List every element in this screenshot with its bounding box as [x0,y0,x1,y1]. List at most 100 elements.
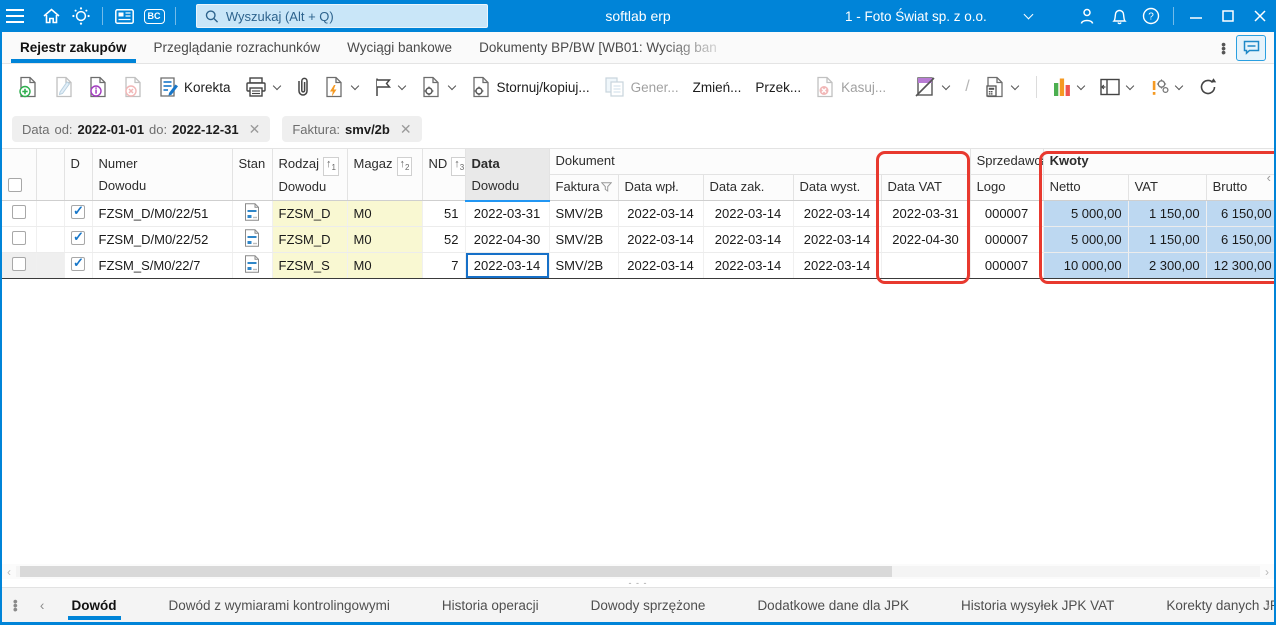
cell-data-dowodu[interactable]: 2022-03-31 [465,200,550,227]
refresh-button[interactable] [1192,73,1224,101]
cell-brutto[interactable]: 6 150,00 [1206,200,1274,227]
col-header-data-vat[interactable]: Data VAT [881,174,971,201]
cell-vat[interactable]: 2 300,00 [1128,252,1207,279]
cell-logo[interactable]: 000007 [970,252,1044,279]
stornuj-kopiuj-button[interactable]: Stornuj/kopiuj... [465,72,596,102]
tab-rejestr-zakupow[interactable]: Rejestr zakupów [11,32,136,63]
cell-data-wpl[interactable]: 2022-03-14 [618,200,704,227]
flag-button[interactable] [368,73,413,101]
col-header-vat[interactable]: VAT [1128,174,1207,201]
cell-magaz[interactable]: M0 [347,252,423,279]
maximize-button[interactable] [1212,0,1244,32]
col-header-faktura[interactable]: Faktura [549,174,619,201]
analysis-chart-button[interactable] [1047,73,1092,101]
cell-numer[interactable]: FZSM_D/M0/22/52 [92,226,233,253]
cell-netto[interactable]: 5 000,00 [1043,226,1129,253]
note-cancel-button[interactable] [908,72,957,102]
tab-dokumenty-bp-bw[interactable]: Dokumenty BP/BW [WB01: Wyciąg ban [470,32,733,63]
col-header-nd[interactable]: ND ↑3 [422,148,466,201]
horizontal-scrollbar[interactable]: ‹ › [2,564,1274,579]
group-header-dokument[interactable]: Dokument [549,148,971,175]
col-header-netto[interactable]: Netto [1043,174,1129,201]
home-icon[interactable] [36,0,66,32]
tab-przegladanie-rozrachunkow[interactable]: Przeglądanie rozrachunków [145,32,330,63]
calculate-document-button[interactable] [978,72,1026,102]
col-header-logo[interactable]: Logo [970,174,1044,201]
search-input[interactable] [225,8,479,24]
przeksieguj-button[interactable]: Przek... [749,76,807,99]
help-icon[interactable]: ? [1135,0,1167,32]
generuj-button[interactable]: Gener... [598,72,685,102]
cell-rodzaj[interactable]: FZSM_D [272,200,348,227]
global-search[interactable] [196,4,488,28]
bottom-tab-historia-operacji[interactable]: Historia operacji [438,588,543,622]
col-header-data-wpl[interactable]: Data wpł. [618,174,704,201]
edit-document-button[interactable] [47,72,80,102]
table-row[interactable]: FZSM_D/M0/22/52 FZSM_D M0 52 2022-04-30 … [2,226,1274,253]
d-checkbox-checked[interactable] [71,229,85,245]
cell-data-vat[interactable]: 2022-04-30 [881,226,971,253]
cell-data-zak[interactable]: 2022-03-14 [703,200,794,227]
hamburger-menu-icon[interactable] [2,0,30,32]
cell-stan[interactable] [232,200,273,227]
cell-rodzaj[interactable]: FZSM_D [272,226,348,253]
col-header-data-zak[interactable]: Data zak. [703,174,794,201]
cell-vat[interactable]: 1 150,00 [1128,226,1207,253]
cell-data-dowodu-focused[interactable]: 2022-03-14 [465,252,550,279]
bottom-tab-dowod-wymiary[interactable]: Dowód z wymiarami kontrolingowymi [165,588,394,622]
bottom-tab-korekty-danych-jpk[interactable]: Korekty danych JPI [1162,588,1274,622]
cell-data-wpl[interactable]: 2022-03-14 [618,252,704,279]
bottom-tabs-menu-icon[interactable]: • • • [2,588,29,622]
cell-data-zak[interactable]: 2022-03-14 [703,252,794,279]
scrollbar-track[interactable] [16,566,1260,577]
group-header-kwoty[interactable]: Kwoty [1043,148,1274,175]
cell-faktura[interactable]: SMV/2B [549,226,619,253]
filter-chip-date[interactable]: Data od: 2022-01-01 do: 2022-12-31 ✕ [12,116,271,142]
cell-data-wyst[interactable]: 2022-03-14 [793,200,882,227]
company-selector[interactable]: 1 - Foto Świat sp. z o.o. [845,9,1034,24]
cell-logo[interactable]: 000007 [970,226,1044,253]
cell-rodzaj[interactable]: FZSM_S [272,252,348,279]
remove-faktura-filter-icon[interactable]: ✕ [400,121,412,138]
cell-data-zak[interactable]: 2022-03-14 [703,226,794,253]
row-select-checkbox[interactable] [11,231,26,245]
bottom-tabs-scroll-right-icon[interactable]: › [1265,597,1270,613]
group-header-sprzedawca[interactable]: Sprzedawca [970,148,1044,175]
bottom-tab-dodatkowe-dane-jpk[interactable]: Dodatkowe dane dla JPK [753,588,913,622]
kasuj-button[interactable]: Kasuj... [809,72,892,102]
col-header-rodzaj-dowodu[interactable]: Rodzaj ↑1 Dowodu [272,148,348,201]
d-checkbox-checked[interactable] [71,255,85,271]
col-header-magaz[interactable]: Magaz ↑2 [347,148,423,201]
cell-numer[interactable]: FZSM_S/M0/22/7 [92,252,233,279]
new-document-button[interactable] [12,72,45,102]
column-scroll-left-icon[interactable]: ‹ [1267,170,1271,185]
cell-faktura[interactable]: SMV/2B [549,200,619,227]
quick-actions-button[interactable] [318,72,366,102]
cell-stan[interactable] [232,226,273,253]
remove-date-filter-icon[interactable]: ✕ [249,121,261,138]
col-header-data-dowodu[interactable]: Data Dowodu [465,148,550,202]
cell-numer[interactable]: FZSM_D/M0/22/51 [92,200,233,227]
cell-brutto[interactable]: 6 150,00 [1206,226,1274,253]
cell-data-dowodu[interactable]: 2022-04-30 [465,226,550,253]
row-select-checkbox[interactable] [11,205,26,219]
bottom-tab-dowod[interactable]: Dowód [67,588,121,622]
cell-brutto[interactable]: 12 300,00 [1206,252,1274,279]
col-header-data-wyst[interactable]: Data wyst. [793,174,882,201]
business-cloud-icon[interactable]: BC [139,0,169,32]
panel-layout-button[interactable] [1094,74,1141,100]
col-header-d[interactable]: D [64,148,93,201]
cell-magaz[interactable]: M0 [347,226,423,253]
col-header-stan[interactable]: Stan [232,148,273,201]
notifications-bell-icon[interactable] [1103,0,1135,32]
filter-chip-faktura[interactable]: Faktura: smv/2b ✕ [282,116,422,142]
tab-wyciagi-bankowe[interactable]: Wyciągi bankowe [338,32,461,63]
scrollbar-thumb[interactable] [20,566,892,577]
ideas-bulb-icon[interactable] [66,0,96,32]
cell-data-vat[interactable] [881,252,971,279]
table-row[interactable]: FZSM_D/M0/22/51 FZSM_D M0 51 2022-03-31 … [2,200,1274,227]
cell-netto[interactable]: 5 000,00 [1043,200,1129,227]
select-all-checkbox[interactable] [8,178,22,192]
cell-data-vat[interactable]: 2022-03-31 [881,200,971,227]
print-button[interactable] [239,73,288,101]
